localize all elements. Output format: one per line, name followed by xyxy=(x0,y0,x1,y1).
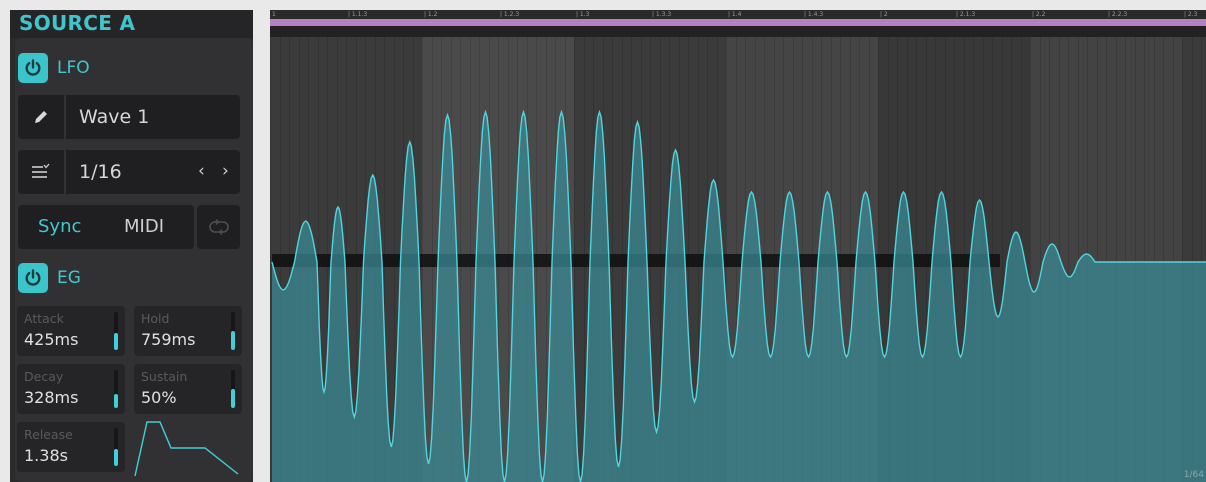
panel-title: SOURCE A xyxy=(19,11,136,35)
sustain-meter xyxy=(231,370,235,408)
eg-label: EG xyxy=(57,268,81,288)
list-icon xyxy=(32,163,50,178)
chevron-left-icon[interactable]: ‹ xyxy=(198,161,205,181)
hold-knob[interactable]: Hold 759ms xyxy=(134,306,242,356)
decay-label: Decay xyxy=(24,369,64,384)
chevron-right-icon[interactable]: › xyxy=(222,161,229,181)
sustain-meter-fill xyxy=(231,389,235,408)
grid-resolution-label: 1/64 xyxy=(1183,470,1204,480)
hold-label: Hold xyxy=(141,311,170,326)
loop-button[interactable] xyxy=(197,205,240,249)
waveform-canvas[interactable] xyxy=(270,10,1206,482)
attack-meter xyxy=(114,312,118,350)
hold-meter xyxy=(231,312,235,350)
power-icon xyxy=(25,59,41,76)
lfo-power-button[interactable] xyxy=(18,53,48,83)
midi-button[interactable]: MIDI xyxy=(124,216,164,237)
source-panel: SOURCE A LFO Wave 1 1/16 ‹ › Sync MIDI E… xyxy=(10,10,253,482)
wave-name: Wave 1 xyxy=(79,106,150,128)
wave-edit-cell[interactable] xyxy=(18,95,66,139)
decay-meter xyxy=(114,370,118,408)
sync-button[interactable]: Sync xyxy=(38,216,81,237)
attack-value: 425ms xyxy=(24,330,79,349)
sustain-value: 50% xyxy=(141,388,177,407)
decay-meter-fill xyxy=(114,393,118,408)
loop-icon xyxy=(209,219,229,235)
decay-knob[interactable]: Decay 328ms xyxy=(17,364,125,414)
release-meter-fill xyxy=(114,448,118,466)
envelope-preview xyxy=(134,421,239,477)
sustain-knob[interactable]: Sustain 50% xyxy=(134,364,242,414)
sync-midi-toggle: Sync MIDI xyxy=(18,205,194,249)
attack-meter-fill xyxy=(114,332,118,350)
pencil-icon xyxy=(35,111,47,123)
hold-value: 759ms xyxy=(141,330,196,349)
sustain-label: Sustain xyxy=(141,369,188,384)
panel-header: SOURCE A xyxy=(10,10,253,38)
power-icon xyxy=(25,269,41,286)
rate-menu-cell[interactable] xyxy=(18,150,66,194)
eg-power-button[interactable] xyxy=(18,263,48,293)
rate-value: 1/16 xyxy=(79,161,122,183)
attack-knob[interactable]: Attack 425ms xyxy=(17,306,125,356)
release-knob[interactable]: Release 1.38s xyxy=(17,422,125,472)
decay-value: 328ms xyxy=(24,388,79,407)
modulation-section: LFO Wave 1 1/16 ‹ › Sync MIDI EG Attack … xyxy=(15,38,253,482)
release-label: Release xyxy=(24,427,73,442)
release-value: 1.38s xyxy=(24,446,68,465)
lfo-label: LFO xyxy=(57,58,90,78)
hold-meter-fill xyxy=(231,331,235,350)
wave-selector[interactable]: Wave 1 xyxy=(18,95,240,139)
rate-selector[interactable]: 1/16 ‹ › xyxy=(18,150,240,194)
lfo-wave-editor[interactable]: 1 | 1.1.3 | 1.2 | 1.2.3 | 1.3 | 1.3.3 | 1.4 | 1… xyxy=(270,10,1206,482)
attack-label: Attack xyxy=(24,311,64,326)
release-meter xyxy=(114,428,118,466)
